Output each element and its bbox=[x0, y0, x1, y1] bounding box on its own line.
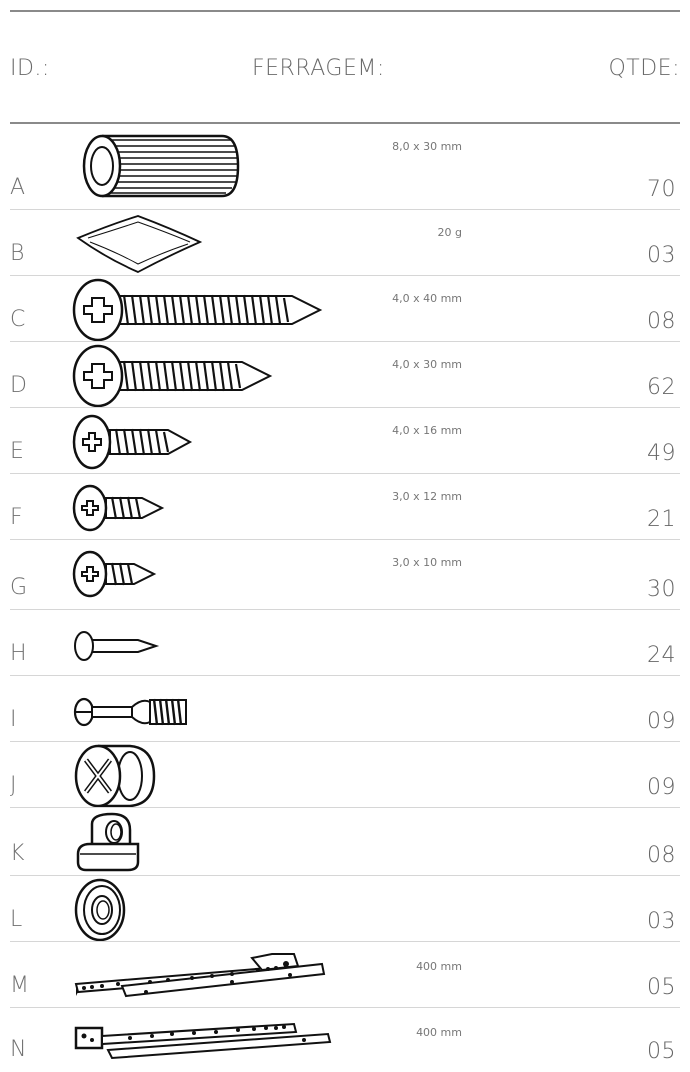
hardware-row-n: 400 mm N 05 bbox=[10, 1008, 680, 1072]
item-id: H bbox=[10, 641, 27, 666]
item-id: M bbox=[10, 973, 29, 998]
nail-icon bbox=[72, 618, 162, 668]
hardware-row-b: 20 g B 03 bbox=[10, 210, 680, 276]
item-spec: 3,0 x 12 mm bbox=[392, 490, 462, 503]
screw-icon bbox=[72, 344, 282, 408]
item-id: A bbox=[10, 175, 26, 200]
item-id: N bbox=[10, 1037, 27, 1062]
item-id: K bbox=[10, 841, 25, 866]
hardware-row-j: J 09 bbox=[10, 742, 680, 808]
drawer-slide-icon bbox=[72, 946, 332, 1006]
item-id: I bbox=[10, 707, 17, 732]
item-id: J bbox=[10, 773, 17, 798]
screw-icon bbox=[72, 542, 162, 606]
screw-icon bbox=[72, 278, 332, 342]
hardware-row-l: L 03 bbox=[10, 876, 680, 942]
hardware-row-k: K 08 bbox=[10, 808, 680, 876]
hardware-row-i: I 09 bbox=[10, 676, 680, 742]
item-id: E bbox=[10, 439, 24, 464]
item-spec: 4,0 x 40 mm bbox=[392, 292, 462, 305]
screw-icon bbox=[72, 410, 202, 474]
item-quantity: 24 bbox=[647, 643, 676, 668]
item-quantity: 21 bbox=[647, 507, 676, 532]
item-spec: 4,0 x 16 mm bbox=[392, 424, 462, 437]
item-quantity: 70 bbox=[647, 177, 676, 202]
hardware-row-d: 4,0 x 30 mm D 62 bbox=[10, 342, 680, 408]
hardware-row-g: 3,0 x 10 mm G 30 bbox=[10, 540, 680, 610]
item-spec: 4,0 x 30 mm bbox=[392, 358, 462, 371]
cam-lock-icon bbox=[72, 744, 162, 808]
header-id: ID.: bbox=[10, 56, 50, 81]
item-spec: 20 g bbox=[437, 226, 462, 239]
item-id: C bbox=[10, 307, 26, 332]
item-spec: 400 mm bbox=[416, 960, 462, 973]
item-id: G bbox=[10, 575, 28, 600]
hardware-row-e: 4,0 x 16 mm E 49 bbox=[10, 408, 680, 474]
glue-sachet-icon bbox=[72, 212, 212, 274]
header-quantity: QTDE: bbox=[608, 56, 680, 81]
header-hardware: FERRAGEM: bbox=[252, 56, 385, 81]
item-spec: 3,0 x 10 mm bbox=[392, 556, 462, 569]
item-spec: 8,0 x 30 mm bbox=[392, 140, 462, 153]
hardware-row-f: 3,0 x 12 mm F 21 bbox=[10, 474, 680, 540]
screw-icon bbox=[72, 476, 172, 540]
item-quantity: 03 bbox=[647, 909, 676, 934]
hardware-row-h: H 24 bbox=[10, 610, 680, 676]
item-quantity: 09 bbox=[647, 709, 676, 734]
item-quantity: 62 bbox=[647, 375, 676, 400]
shelf-support-icon bbox=[72, 810, 162, 874]
item-quantity: 08 bbox=[647, 843, 676, 868]
cam-bolt-icon bbox=[72, 688, 192, 738]
item-quantity: 09 bbox=[647, 775, 676, 800]
item-id: D bbox=[10, 373, 27, 398]
drawer-slide-icon bbox=[72, 1010, 332, 1068]
wooden-dowel-icon bbox=[72, 126, 252, 206]
cover-cap-icon bbox=[72, 878, 132, 942]
item-quantity: 05 bbox=[647, 1039, 676, 1064]
hardware-row-c: 4,0 x 40 mm C 08 bbox=[10, 276, 680, 342]
item-id: L bbox=[10, 907, 23, 932]
item-quantity: 05 bbox=[647, 975, 676, 1000]
hardware-row-m: 400 mm M 05 bbox=[10, 942, 680, 1008]
item-id: B bbox=[10, 241, 25, 266]
item-quantity: 03 bbox=[647, 243, 676, 268]
top-rule bbox=[10, 10, 680, 12]
item-quantity: 49 bbox=[647, 441, 676, 466]
item-id: F bbox=[10, 505, 23, 530]
item-spec: 400 mm bbox=[416, 1026, 462, 1039]
hardware-row-a: 8,0 x 30 mm A 70 bbox=[10, 124, 680, 210]
item-quantity: 30 bbox=[647, 577, 676, 602]
item-quantity: 08 bbox=[647, 309, 676, 334]
